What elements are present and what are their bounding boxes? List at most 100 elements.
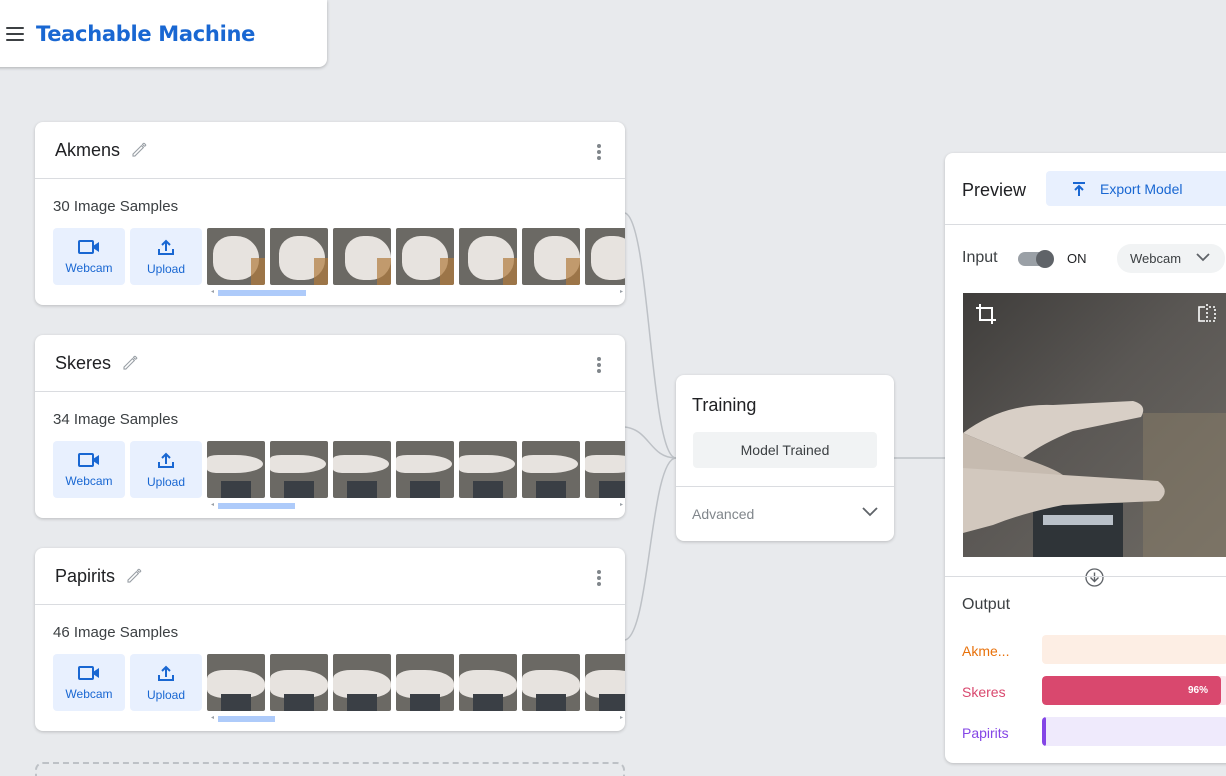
background-object — [599, 481, 625, 498]
upload-icon — [158, 239, 174, 255]
app-logo[interactable]: Teachable Machine — [36, 22, 255, 46]
sample-thumbnail[interactable] — [522, 441, 580, 498]
background-object — [536, 481, 566, 498]
sample-thumbnail[interactable] — [333, 228, 391, 285]
background-object — [347, 694, 377, 711]
webcam-button[interactable]: Webcam — [53, 228, 125, 285]
hand-shape — [591, 236, 625, 280]
output-class-label: Akme... — [962, 643, 1010, 659]
sample-thumbnail[interactable] — [207, 441, 265, 498]
upload-button[interactable]: Upload — [130, 441, 202, 498]
sample-thumbnail[interactable] — [333, 441, 391, 498]
background-object — [284, 481, 314, 498]
output-row: Akme... — [962, 635, 1226, 665]
sample-thumbnail[interactable] — [396, 441, 454, 498]
add-class-placeholder[interactable] — [35, 762, 625, 776]
class-name[interactable]: Skeres — [55, 353, 111, 374]
sample-row: Webcam Upload — [53, 441, 625, 498]
background-object — [473, 481, 503, 498]
edit-pencil-icon[interactable] — [130, 141, 148, 159]
webcam-button[interactable]: Webcam — [53, 654, 125, 711]
video-camera-icon — [78, 665, 99, 680]
sample-thumbnail[interactable] — [585, 228, 625, 285]
background-object — [440, 258, 454, 285]
sample-thumbnail[interactable] — [270, 654, 328, 711]
class-card-header: Skeres — [35, 335, 625, 392]
webcam-feed — [963, 293, 1226, 557]
sample-thumbnail[interactable] — [459, 654, 517, 711]
input-toggle[interactable] — [1018, 250, 1054, 268]
class-name[interactable]: Papirits — [55, 566, 115, 587]
input-source-value: Webcam — [1130, 251, 1182, 266]
sample-thumbnail[interactable] — [459, 441, 517, 498]
background-object — [536, 694, 566, 711]
train-model-button[interactable]: Model Trained — [693, 432, 877, 468]
divider — [945, 576, 1226, 577]
preview-title: Preview — [962, 180, 1027, 200]
input-label: Input — [962, 249, 998, 266]
upload-icon — [158, 452, 174, 468]
samples-scrollbar[interactable]: ◂ ▸ — [211, 714, 623, 722]
sample-thumbnail[interactable] — [270, 441, 328, 498]
samples-scrollbar[interactable]: ◂ ▸ — [211, 288, 623, 296]
background-object — [347, 481, 377, 498]
sample-thumbnail[interactable] — [207, 228, 265, 285]
sample-thumbnail[interactable] — [522, 228, 580, 285]
upload-button[interactable]: Upload — [130, 654, 202, 711]
scrollbar-thumb[interactable] — [218, 290, 306, 296]
sample-count: 46 Image Samples — [53, 624, 179, 641]
sample-thumbnail[interactable] — [207, 654, 265, 711]
background-object — [503, 258, 517, 285]
advanced-toggle[interactable]: Advanced — [676, 487, 894, 541]
webcam-label: Webcam — [65, 473, 113, 488]
scroll-right-icon[interactable]: ▸ — [620, 501, 623, 508]
background-object — [599, 694, 625, 711]
scroll-right-icon[interactable]: ▸ — [620, 714, 623, 721]
chevron-down-icon — [1196, 253, 1210, 262]
scroll-right-icon[interactable]: ▸ — [620, 288, 623, 295]
background-object — [473, 694, 503, 711]
webcam-button[interactable]: Webcam — [53, 441, 125, 498]
samples-scrollbar[interactable]: ◂ ▸ — [211, 501, 623, 509]
sample-thumbnail[interactable] — [396, 654, 454, 711]
scrollbar-thumb[interactable] — [218, 503, 295, 509]
background-object — [410, 694, 440, 711]
flip-horizontal-icon[interactable] — [1197, 303, 1217, 325]
upload-label: Upload — [146, 687, 186, 702]
sample-thumbnail[interactable] — [585, 654, 625, 711]
more-options-icon[interactable] — [597, 357, 601, 373]
confidence-fill — [1042, 717, 1046, 746]
upload-button[interactable]: Upload — [130, 228, 202, 285]
background-object — [221, 481, 251, 498]
sample-thumbnails — [207, 654, 625, 711]
input-source-select[interactable]: Webcam — [1117, 244, 1225, 273]
sample-count: 34 Image Samples — [53, 411, 179, 428]
hand-shape — [207, 455, 263, 473]
sample-thumbnails — [207, 441, 625, 498]
export-model-button[interactable]: Export Model — [1046, 171, 1226, 206]
confidence-bar — [1042, 635, 1226, 664]
app-header: Teachable Machine — [0, 0, 327, 67]
webcam-label: Webcam — [65, 260, 113, 275]
sample-thumbnail[interactable] — [396, 228, 454, 285]
class-name[interactable]: Akmens — [55, 140, 120, 161]
sample-thumbnail[interactable] — [459, 228, 517, 285]
sample-thumbnail[interactable] — [270, 228, 328, 285]
sample-row: Webcam Upload — [53, 228, 625, 285]
sample-thumbnail[interactable] — [333, 654, 391, 711]
training-title: Training — [692, 395, 757, 415]
scroll-left-icon[interactable]: ◂ — [211, 714, 214, 721]
more-options-icon[interactable] — [597, 570, 601, 586]
edit-pencil-icon[interactable] — [121, 354, 139, 372]
scroll-left-icon[interactable]: ◂ — [211, 288, 214, 295]
hamburger-menu-icon[interactable] — [6, 26, 24, 41]
scrollbar-thumb[interactable] — [218, 716, 275, 722]
output-class-label: Skeres — [962, 684, 1006, 700]
more-options-icon[interactable] — [597, 144, 601, 160]
upload-icon — [158, 665, 174, 681]
sample-thumbnail[interactable] — [585, 441, 625, 498]
crop-icon[interactable] — [975, 303, 997, 325]
edit-pencil-icon[interactable] — [125, 567, 143, 585]
sample-thumbnail[interactable] — [522, 654, 580, 711]
scroll-left-icon[interactable]: ◂ — [211, 501, 214, 508]
